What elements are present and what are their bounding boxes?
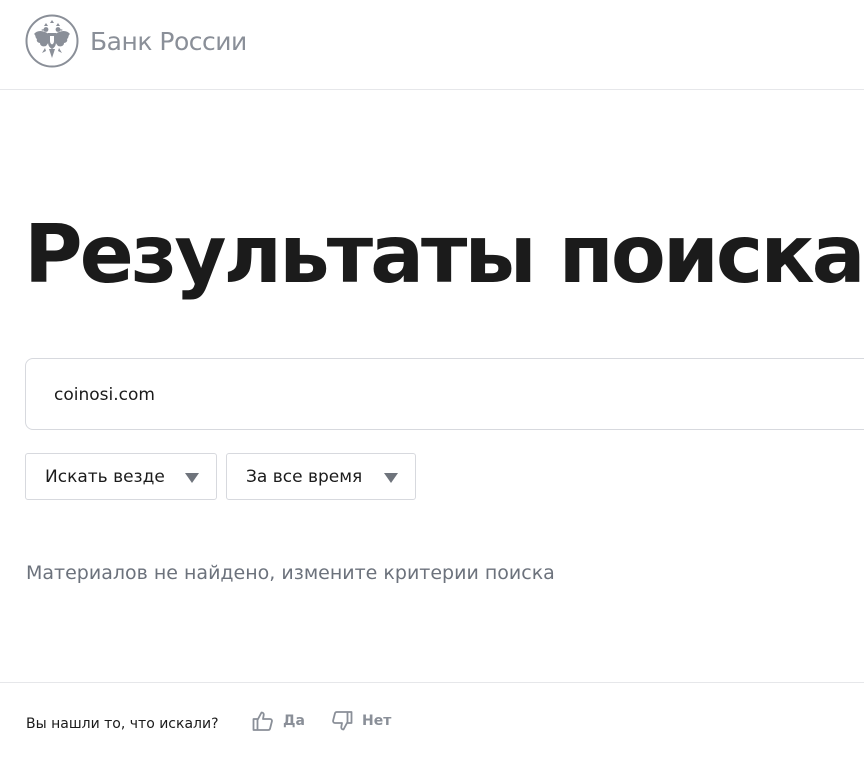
thumbs-up-icon	[252, 711, 273, 731]
feedback-question: Вы нашли то, что искали?	[26, 716, 219, 732]
site-header: Банк России	[0, 0, 864, 90]
search-scope-selected: Искать везде	[45, 467, 165, 487]
feedback-no-button[interactable]: Нет	[330, 709, 391, 733]
page-title: Результаты поиска	[24, 208, 864, 301]
no-results-message: Материалов не найдено, измените критерии…	[26, 562, 555, 584]
bank-logo-link[interactable]: Банк России	[25, 14, 247, 68]
search-scope-dropdown[interactable]: Искать везде	[25, 453, 217, 500]
feedback-no-label: Нет	[362, 713, 392, 729]
double-headed-eagle-icon	[25, 14, 79, 68]
triangle-down-icon	[185, 473, 199, 483]
page: Банк России Результаты поиска Искать вез…	[0, 0, 864, 758]
triangle-down-icon	[384, 473, 398, 483]
search-box[interactable]	[25, 358, 864, 430]
logo-text: Банк России	[90, 26, 247, 56]
search-period-selected: За все время	[246, 467, 363, 487]
search-input[interactable]	[54, 381, 834, 409]
thumbs-down-icon	[332, 711, 353, 731]
feedback-yes-button[interactable]: Да	[251, 709, 305, 733]
feedback-bar: Вы нашли то, что искали? Да Нет	[0, 682, 864, 758]
search-period-dropdown[interactable]: За все время	[226, 453, 416, 500]
feedback-yes-label: Да	[283, 713, 305, 729]
